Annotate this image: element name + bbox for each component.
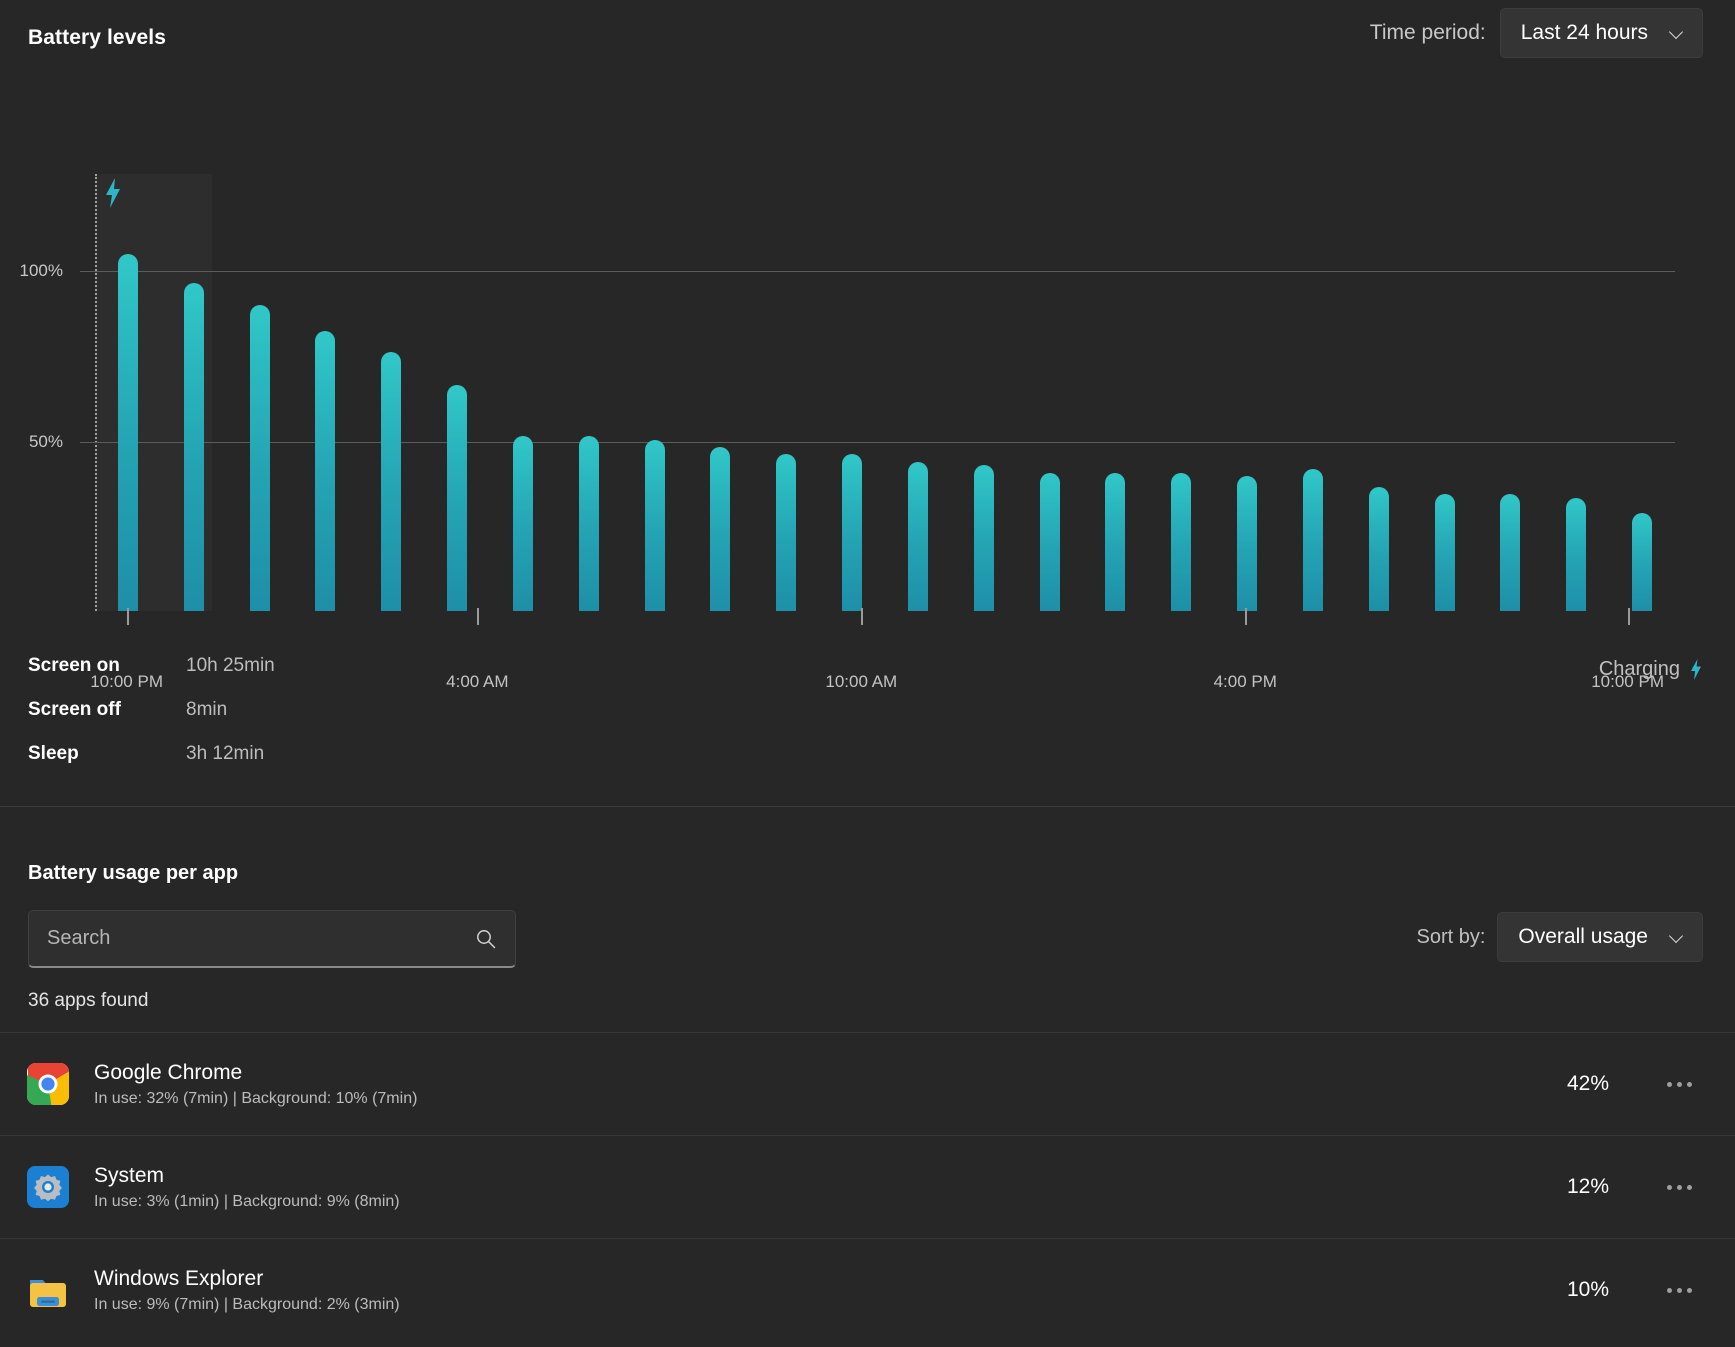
app-row[interactable]: System In use: 3% (1min) | Background: 9… [0,1135,1735,1238]
app-usage-percent: 10% [1566,1278,1609,1301]
usage-stats: Screen on 10h 25min Screen off 8min Slee… [28,655,275,787]
chart-plot-area: 100% 50% 10:00 PM 4:00 AM 10:00 AM 4:00 PM 1… [0,96,1735,691]
screen-on-value: 10h 25min [186,655,275,676]
dot [1676,1184,1682,1190]
x-axis-tick [1627,608,1630,625]
lightning-bolt-icon [1691,659,1701,680]
search-input[interactable] [47,927,475,950]
x-axis-label: 4:00 AM [446,672,509,691]
app-info: Google Chrome In use: 32% (7min) | Backg… [94,1061,1567,1108]
chevron-down-icon [1670,929,1686,945]
app-info: System In use: 3% (1min) | Background: 9… [94,1164,1567,1211]
x-axis-tick [126,608,129,625]
screen-off-label: Screen off [28,699,121,720]
sort-control: Sort by: Overall usage [1416,912,1703,962]
dot [1676,1287,1682,1293]
dot [1686,1287,1692,1293]
x-axis-tick [477,608,480,625]
screen-off-value: 8min [186,699,228,720]
search-box[interactable] [28,910,516,968]
stat-screen-on: Screen on 10h 25min [28,655,275,699]
time-period-dropdown[interactable]: Last 24 hours [1499,8,1703,58]
sleep-value: 3h 12min [186,743,265,764]
dot [1676,1081,1682,1087]
app-more-options-button[interactable] [1657,1272,1701,1308]
app-more-options-button[interactable] [1657,1169,1701,1205]
app-more-options-button[interactable] [1657,1066,1701,1102]
app-name: Google Chrome [94,1060,243,1084]
battery-level-chart: 100% 50% 10:00 PM 4:00 AM 10:00 AM 4:00 PM 1… [0,76,1735,691]
app-usage-detail: In use: 32% (7min) | Background: 10% (7m… [94,1089,418,1107]
apps-found-count: 36 apps found [28,990,149,1011]
app-usage-detail: In use: 9% (7min) | Background: 2% (3min… [94,1295,400,1313]
x-axis-tick [1245,608,1248,625]
app-usage-percent: 12% [1566,1175,1609,1198]
stat-sleep: Sleep 3h 12min [28,743,275,787]
dot [1686,1184,1692,1190]
app-name: System [94,1163,165,1187]
charging-status: Charging [1599,658,1703,681]
x-axis-label: 4:00 PM [1213,672,1277,691]
app-row[interactable]: Google Chrome In use: 32% (7min) | Backg… [0,1032,1735,1135]
sort-by-label: Sort by: [1416,925,1486,948]
chevron-down-icon [1670,25,1686,41]
folder-icon [30,1280,66,1307]
dot [1686,1081,1692,1087]
sleep-label: Sleep [28,743,79,764]
chrome-icon [27,1063,69,1105]
app-info: Windows Explorer In use: 9% (7min) | Bac… [94,1267,1567,1314]
time-period-label: Time period: [1369,21,1486,44]
apps-section-title: Battery usage per app [28,862,239,884]
system-gear-icon [27,1166,69,1208]
page-title: Battery levels [28,26,166,49]
sort-by-dropdown[interactable]: Overall usage [1497,912,1703,962]
app-usage-detail: In use: 3% (1min) | Background: 9% (8min… [94,1192,400,1210]
x-axis: 10:00 PM 4:00 AM 10:00 AM 4:00 PM 10:00 PM [0,96,1735,691]
section-divider [0,806,1735,807]
app-usage-percent: 42% [1566,1072,1609,1095]
sort-by-value: Overall usage [1518,925,1648,948]
app-row[interactable]: Windows Explorer In use: 9% (7min) | Bac… [0,1238,1735,1341]
dot [1666,1184,1672,1190]
time-period-control: Time period: Last 24 hours [1370,8,1703,58]
charging-status-label: Charging [1598,658,1680,680]
screen-on-label: Screen on [28,655,120,676]
dot [1666,1081,1672,1087]
dot [1666,1287,1672,1293]
time-period-value: Last 24 hours [1520,21,1648,44]
app-name: Windows Explorer [94,1266,264,1290]
app-usage-list: Google Chrome In use: 32% (7min) | Backg… [0,1032,1735,1341]
x-axis-label: 10:00 AM [825,672,898,691]
page-header: Battery levels Time period: Last 24 hour… [0,0,1735,76]
search-icon[interactable] [475,928,497,950]
x-axis-tick [861,608,864,625]
stat-screen-off: Screen off 8min [28,699,275,743]
